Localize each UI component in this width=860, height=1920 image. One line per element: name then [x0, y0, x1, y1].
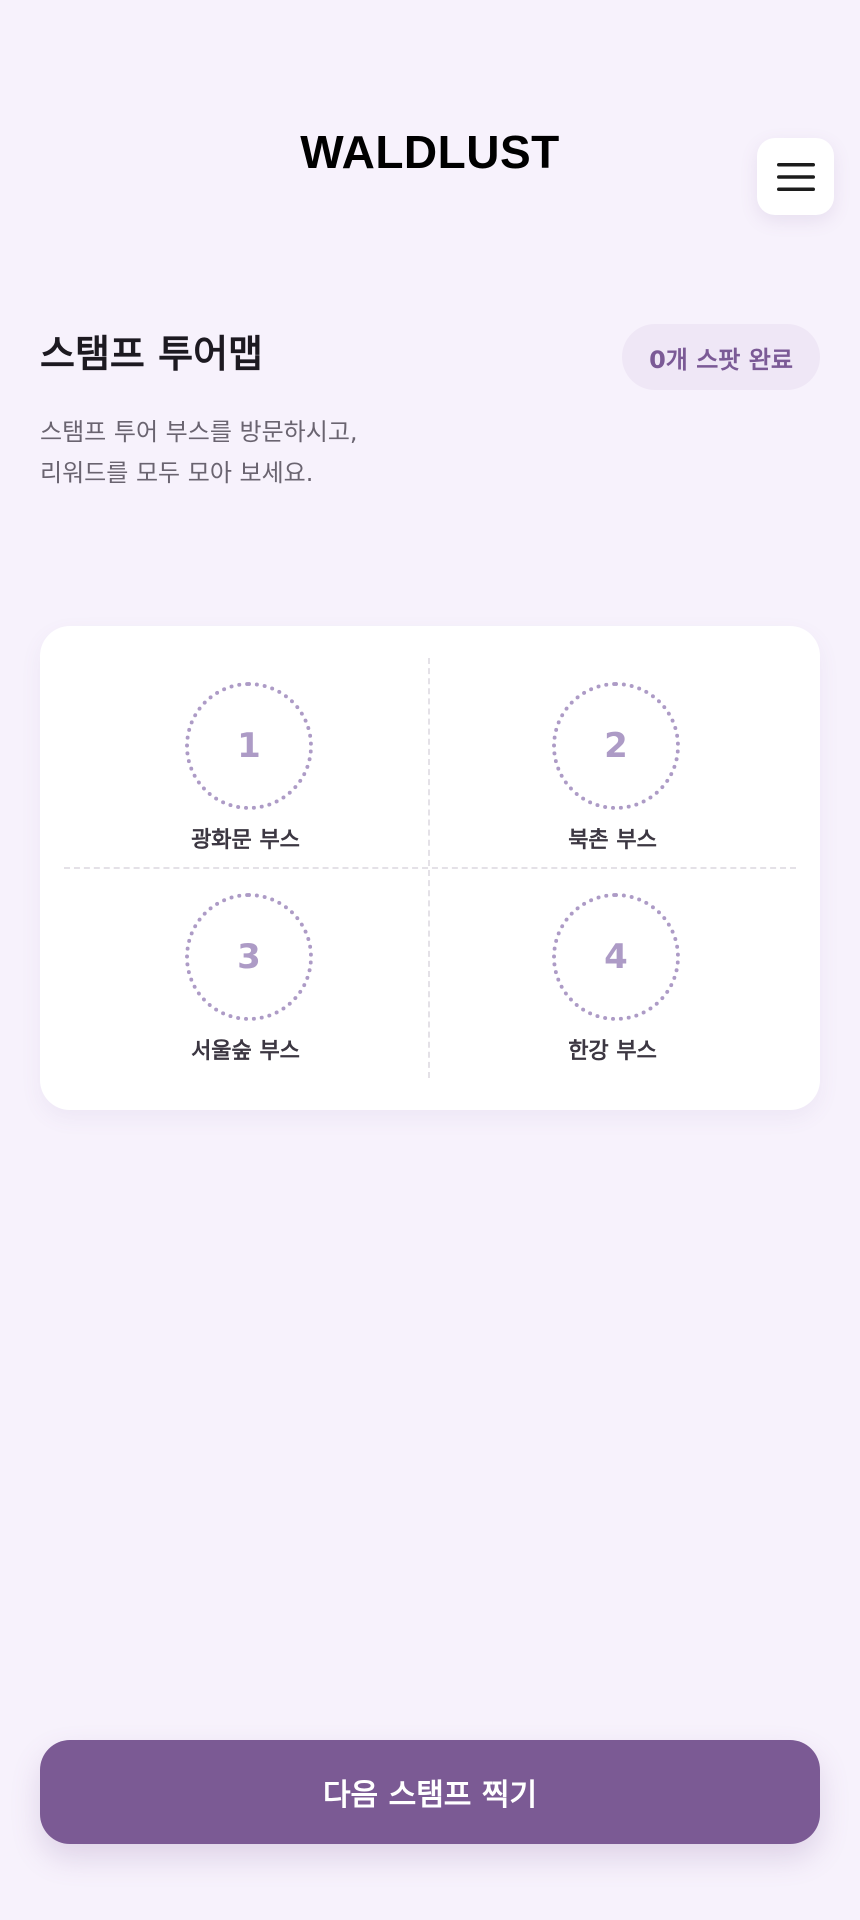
app-logo: WALDLUST: [300, 126, 560, 178]
subtitle-line: 스탬프 투어 부스를 방문하시고,: [40, 418, 358, 446]
subtitle-line: 리워드를 모두 모아 보세요.: [40, 459, 314, 487]
page-subtitle: 스탬프 투어 부스를 방문하시고, 리워드를 모두 모아 보세요.: [40, 412, 358, 494]
page-title: 스탬프 투어맵: [40, 332, 263, 376]
stamp-circle: 3: [185, 893, 313, 1021]
completion-badge: 0개 스팟 완료: [622, 324, 820, 390]
stamp-spot-bukchon[interactable]: 2 북촌 부스: [505, 682, 725, 882]
stamp-circle: 2: [552, 682, 680, 810]
stamp-label: 서울숲 부스: [191, 1039, 300, 1064]
stamp-circle: 1: [185, 682, 313, 810]
stamp-label: 북촌 부스: [568, 828, 657, 853]
stamp-spot-seoulforest[interactable]: 3 서울숲 부스: [138, 893, 358, 1093]
stamp-map-card: 1 광화문 부스 2 북촌 부스 3 서울숲 부스 4 한강 부스: [40, 626, 820, 1110]
stamp-spot-gwanghwamun[interactable]: 1 광화문 부스: [138, 682, 358, 882]
stamp-circle: 4: [552, 893, 680, 1021]
stamp-spot-hangang[interactable]: 4 한강 부스: [505, 893, 725, 1093]
stamp-label: 한강 부스: [568, 1039, 657, 1064]
next-stamp-button[interactable]: 다음 스탬프 찍기: [40, 1740, 820, 1844]
menu-button[interactable]: [757, 138, 834, 215]
hamburger-menu-icon: [776, 162, 815, 191]
stamp-label: 광화문 부스: [191, 828, 300, 853]
